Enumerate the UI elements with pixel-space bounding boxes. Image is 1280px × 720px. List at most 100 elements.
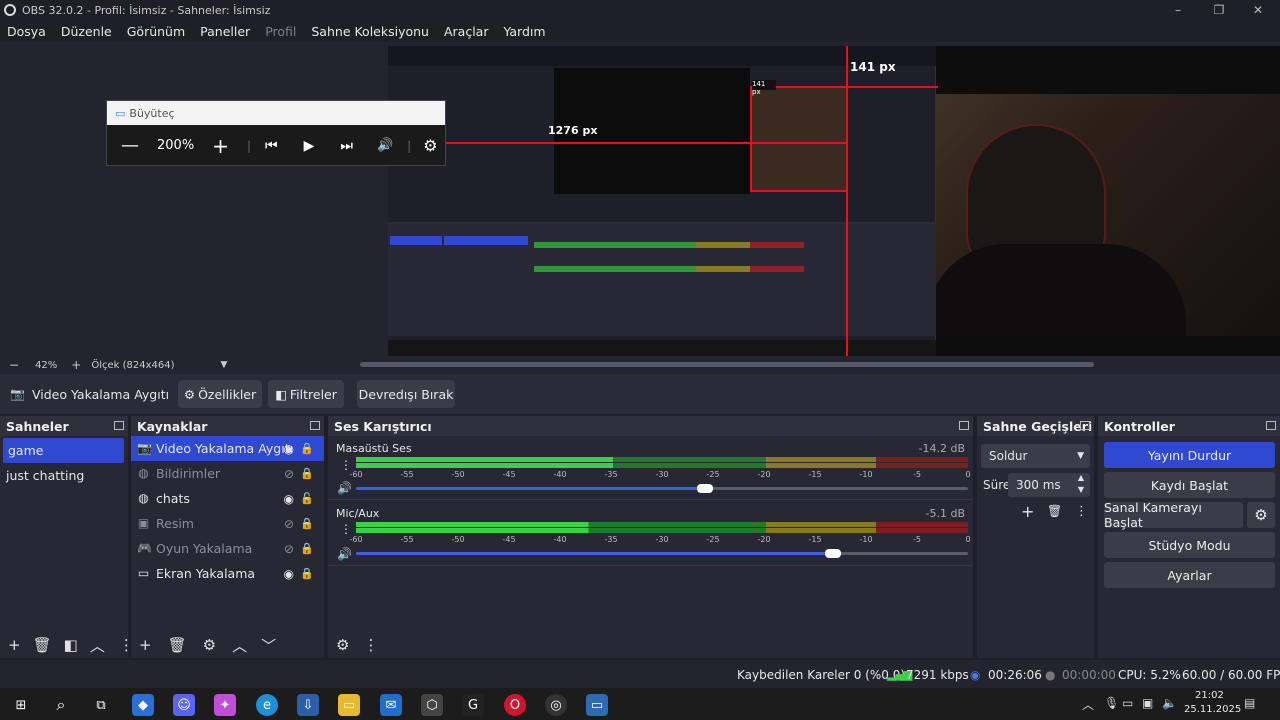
battery-icon[interactable]: ▭ [1122, 696, 1133, 710]
trash-icon[interactable]: 🗑 [1047, 504, 1062, 518]
speaker-icon[interactable]: 🔊 [337, 547, 352, 561]
gear-icon[interactable]: ⚙ [423, 136, 437, 155]
duration-spinbox[interactable]: 300 ms ▲ ▼ [1008, 473, 1090, 497]
lock-icon[interactable]: 🔒 [300, 442, 314, 455]
source-item[interactable]: ◍ chats ◉ 🔓 [131, 486, 324, 511]
chevron-up-icon[interactable]: ︿ [90, 635, 105, 656]
chevron-down-icon[interactable]: ▼ [221, 360, 228, 370]
volume-icon[interactable]: 🔈 [1162, 696, 1177, 710]
menu-profil[interactable]: Profil [258, 24, 304, 39]
zoom-in-icon[interactable]: + [212, 134, 229, 158]
read-aloud-icon[interactable]: 🔊 [377, 138, 393, 153]
eye-icon[interactable]: ◉ [284, 442, 294, 456]
filters-button[interactable]: ◧ Filtreler [268, 380, 344, 408]
app-icon[interactable]: ◆ [132, 694, 154, 716]
add-icon[interactable]: + [1021, 502, 1034, 521]
outlook-icon[interactable]: ✉ [380, 694, 402, 716]
undock-icon[interactable] [959, 421, 969, 430]
chevron-up-icon[interactable]: ︿ [1082, 696, 1094, 713]
start-record-button[interactable]: Kaydı Başlat [1104, 472, 1275, 498]
eye-icon[interactable]: ◉ [284, 492, 294, 506]
speaker-icon[interactable]: 🔊 [337, 481, 352, 495]
opera-icon[interactable]: O [504, 694, 526, 716]
more-icon[interactable]: ⋮ [340, 522, 352, 536]
eye-closed-icon[interactable]: ⊘ [284, 517, 294, 531]
eye-closed-icon[interactable]: ⊘ [284, 542, 294, 556]
menu-gorunum[interactable]: Görünüm [120, 24, 193, 39]
lock-icon[interactable]: 🔒 [300, 517, 314, 530]
volume-slider[interactable] [696, 484, 713, 493]
microphone-icon[interactable]: 🎙 [1104, 696, 1119, 710]
chevron-down-icon[interactable]: ▼ [1078, 485, 1084, 494]
eye-icon[interactable]: ◉ [284, 567, 294, 581]
lock-icon[interactable]: 🔓 [300, 492, 314, 505]
menu-sahne-koleksiyonu[interactable]: Sahne Koleksiyonu [304, 24, 437, 39]
virtual-camera-settings-gear-icon[interactable]: ⚙ [1247, 502, 1275, 528]
studio-mode-button[interactable]: Stüdyo Modu [1104, 532, 1275, 558]
preview-canvas[interactable]: 141 px 141 px 1276 px [388, 46, 1280, 356]
volume-slider[interactable] [825, 549, 842, 558]
folder-icon[interactable]: ▭ [338, 694, 360, 716]
discord-icon[interactable]: ☺ [173, 694, 195, 716]
clock-date[interactable]: 25.11.2025 [1184, 704, 1241, 715]
skip-forward-icon[interactable]: ⏭ [340, 138, 353, 154]
undock-icon[interactable] [1266, 421, 1276, 430]
add-icon[interactable]: + [139, 636, 152, 654]
undock-icon[interactable] [114, 421, 124, 430]
add-icon[interactable]: + [8, 636, 21, 654]
settings-button[interactable]: Ayarlar [1104, 562, 1275, 588]
scale-select[interactable]: Ölçek (824x464) [91, 360, 174, 371]
chevron-up-icon[interactable]: ︿ [232, 635, 247, 656]
more-icon[interactable]: ⋮ [1075, 504, 1088, 519]
download-icon[interactable]: ⇩ [297, 694, 319, 716]
notification-icon[interactable]: ▤ [1244, 696, 1255, 710]
stop-stream-button[interactable]: Yayını Durdur [1104, 442, 1275, 468]
menu-yardim[interactable]: Yardım [496, 24, 553, 39]
clock-time[interactable]: 21:02 [1195, 690, 1224, 701]
zoom-out-button[interactable]: − [9, 358, 19, 372]
lock-icon[interactable]: 🔒 [300, 467, 314, 480]
undock-icon[interactable] [310, 421, 320, 430]
source-item[interactable]: ▭ Ekran Yakalama ◉ 🔒 [131, 561, 324, 586]
zoom-in-button[interactable]: + [71, 358, 81, 372]
network-icon[interactable]: ▣ [1142, 696, 1153, 710]
close-button[interactable]: ✕ [1238, 0, 1278, 20]
source-item[interactable]: 🎮 Oyun Yakalama ⊘ 🔒 [131, 536, 324, 561]
app-g-icon[interactable]: G [462, 694, 484, 716]
filter-icon[interactable]: ◧ [64, 636, 78, 654]
horizontal-scrollbar[interactable] [360, 362, 1094, 367]
lock-icon[interactable]: 🔒 [300, 567, 314, 580]
skip-back-icon[interactable]: ⏮ [265, 138, 278, 154]
edge-icon[interactable]: e [256, 694, 278, 716]
magnifier-app-icon[interactable]: ▭ [586, 694, 608, 716]
properties-button[interactable]: ⚙ Özellikler [178, 380, 262, 408]
minimize-button[interactable]: – [1158, 0, 1198, 20]
source-item[interactable]: ▣ Resim ⊘ 🔒 [131, 511, 324, 536]
eye-closed-icon[interactable]: ⊘ [284, 467, 294, 481]
trash-icon[interactable]: 🗑 [168, 636, 187, 654]
scene-item-just-chatting[interactable]: just chatting [0, 463, 128, 488]
task-view-icon[interactable]: ⧉ [90, 694, 112, 716]
advanced-audio-icon[interactable]: ⚙ [336, 636, 349, 654]
trash-icon[interactable]: 🗑 [33, 636, 52, 654]
more-icon[interactable]: ⋮ [363, 636, 378, 654]
disable-button[interactable]: Devredışı Bırak [357, 380, 455, 408]
virtual-camera-button[interactable]: Sanal Kamerayı Başlat [1104, 500, 1243, 530]
maximize-button[interactable]: ❐ [1199, 0, 1239, 20]
obs-icon[interactable]: ◎ [545, 694, 567, 716]
scene-item-game[interactable]: game [3, 438, 124, 463]
magnifier-window[interactable]: ▭ Büyüteç — 200% + | ⏮ ▶ ⏭ 🔊 | ⚙ [106, 100, 446, 166]
lock-icon[interactable]: 🔒 [300, 542, 314, 555]
menu-dosya[interactable]: Dosya [0, 24, 54, 39]
undock-icon[interactable] [1080, 421, 1090, 430]
chevron-down-icon[interactable]: ﹀ [261, 635, 276, 656]
zoom-out-icon[interactable]: — [121, 135, 139, 156]
menu-araclar[interactable]: Araçlar [437, 24, 497, 39]
menu-paneller[interactable]: Paneller [193, 24, 258, 39]
unity-icon[interactable]: ⬡ [421, 694, 443, 716]
chevron-up-icon[interactable]: ▲ [1078, 473, 1084, 482]
gear-icon[interactable]: ⚙ [203, 636, 216, 654]
windows-start-icon[interactable]: ⊞ [10, 694, 32, 716]
source-item[interactable]: ◍ Bildirimler ⊘ 🔒 [131, 461, 324, 486]
play-icon[interactable]: ▶ [304, 138, 315, 154]
